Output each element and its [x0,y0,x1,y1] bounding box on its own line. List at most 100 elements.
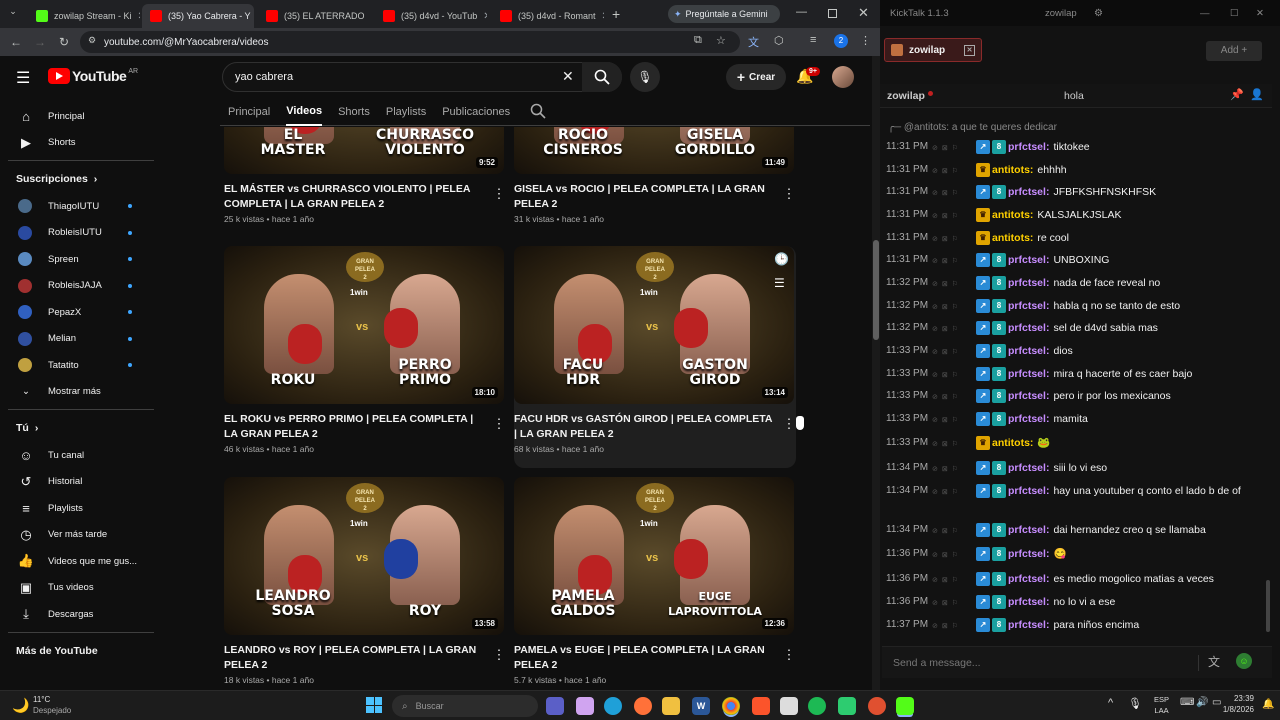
mod-action-icon[interactable]: ⊘ [932,391,938,405]
chat-username[interactable]: prfctsel: [1008,389,1049,403]
chat-message[interactable]: 11:36 PM ⊘ ⊠ ⚐ ↗ 8 prfctsel: 😋 [886,547,1270,563]
close-tab-icon[interactable]: ✕ [365,11,370,22]
mod-action-icon[interactable]: ⊘ [932,187,938,201]
mod-action-icon[interactable]: ⊘ [932,597,938,611]
mod-action-icon[interactable]: ⊘ [932,278,938,292]
new-tab-icon[interactable]: + [612,6,620,22]
mod-action-icon[interactable]: ⚐ [952,525,958,539]
mod-action-icon[interactable]: ⚐ [952,463,958,477]
mod-action-icon[interactable]: ⊠ [942,597,948,611]
mod-action-icon[interactable]: ⚐ [952,597,958,611]
chat-username[interactable]: prfctsel: [1008,618,1049,632]
more-options-icon[interactable]: ⋮ [782,416,796,432]
video-title[interactable]: FACU HDR vs GASTÓN GIROD | PELEA COMPLET… [514,412,776,442]
extensions-icon[interactable]: ⬡ [774,34,784,47]
chat-message[interactable]: 11:34 PM ⊘ ⊠ ⚐ ↗ 8 prfctsel: siii lo vi eso [886,461,1270,477]
more-options-icon[interactable]: ⋮ [782,647,796,663]
mod-action-icon[interactable]: ⊠ [942,463,948,477]
mod-action-icon[interactable]: ⊘ [932,142,938,156]
channel-tab-zowilap[interactable]: zowilap ✕ [884,38,982,62]
word-icon[interactable]: W [692,697,710,715]
site-info-icon[interactable]: ⚙ [88,35,96,46]
minimize-icon[interactable]: — [796,6,807,18]
mod-action-icon[interactable]: ⚐ [952,233,958,247]
reload-icon[interactable]: ↻ [52,35,76,49]
channel-tab[interactable]: Playlists [386,98,426,126]
obs-icon[interactable] [868,697,886,715]
close-window-icon[interactable]: ✕ [858,5,869,21]
chat-username[interactable]: antitots: [992,208,1033,222]
video-title[interactable]: PAMELA vs EUGE | PELEA COMPLETA | LA GRA… [514,643,776,673]
video-title[interactable]: EL ROKU vs PERRO PRIMO | PELEA COMPLETA … [224,412,486,442]
chat-username[interactable]: antitots: [992,436,1033,450]
close-tab-icon[interactable]: ✕ [132,11,140,22]
page-scrollbar[interactable] [872,56,880,690]
kt-close-icon[interactable]: ✕ [1256,8,1264,19]
tray-overflow-icon[interactable]: ^ [1108,697,1113,709]
firefox-icon[interactable] [634,697,652,715]
mod-action-icon[interactable]: ⚐ [952,574,958,588]
mod-action-icon[interactable]: ⚐ [952,323,958,337]
address-bar[interactable]: ⚙ youtube.com/@MrYaocabrera/videos ⧉ ☆ [80,31,740,53]
chat-message[interactable]: 11:31 PM ⊘ ⊠ ⚐ ↗ 8 prfctsel: tiktokee [886,140,1270,156]
browser-tab[interactable]: (35) d4vd - Romant✕ [492,4,604,28]
mod-action-icon[interactable]: ⊘ [932,574,938,588]
mod-action-icon[interactable]: ⊘ [932,525,938,539]
search-button[interactable] [582,62,622,92]
mod-action-icon[interactable]: ⚐ [952,438,958,452]
chat-username[interactable]: prfctsel: [1008,253,1049,267]
chat-message[interactable]: 11:34 PM ⊘ ⊠ ⚐ ↗ 8 prfctsel: dai hernandez creo… [886,523,1270,539]
mod-action-icon[interactable]: ⊘ [932,438,938,452]
chat-username[interactable]: prfctsel: [1008,412,1049,426]
mod-action-icon[interactable]: ⊠ [942,525,948,539]
chat-username[interactable]: antitots: [992,231,1033,245]
pin-icon[interactable]: 📌 [1230,88,1244,101]
app-icon[interactable] [780,697,798,715]
kt-maximize-icon[interactable]: ☐ [1230,8,1239,19]
close-tab-icon[interactable]: ✕ [477,11,487,22]
chat-username[interactable]: prfctsel: [1008,140,1049,154]
chat-username[interactable]: antitots: [992,163,1033,177]
chat-username[interactable]: prfctsel: [1008,185,1049,199]
start-icon[interactable] [366,697,382,713]
mod-action-icon[interactable]: ⚐ [952,278,958,292]
video-card[interactable]: GRAN PELEA 2 1win vs LEANDRO SOSA ROY 13:58 LE… [224,477,506,685]
chat-username[interactable]: prfctsel: [1008,595,1049,609]
video-card[interactable]: GRAN PELEA 2 1win vs ROKU PERRO PRIMO 18:10 EL… [224,246,506,454]
chat-username[interactable]: prfctsel: [1008,461,1049,475]
chrome-menu-icon[interactable]: ⋮ [860,34,871,47]
sidebar-item[interactable]: ⌂ Principal [0,103,160,130]
chat-message[interactable]: 11:36 PM ⊘ ⊠ ⚐ ↗ 8 prfctsel: no lo vi a ese [886,595,1270,611]
mod-action-icon[interactable]: ⊠ [942,210,948,224]
kicktalk-icon[interactable] [896,697,914,715]
mod-action-icon[interactable]: ⊘ [932,620,938,634]
user-list-icon[interactable]: 👤 [1250,88,1264,101]
watch-later-icon[interactable]: 🕒 [774,252,789,266]
mod-action-icon[interactable]: ⊠ [942,142,948,156]
mod-action-icon[interactable]: ⊘ [932,549,938,563]
kt-minimize-icon[interactable]: — [1200,8,1210,19]
chat-message[interactable]: 11:37 PM ⊘ ⊠ ⚐ ↗ 8 prfctsel: para niños encima [886,618,1270,634]
mod-action-icon[interactable]: ⊘ [932,323,938,337]
channel-tab[interactable]: Principal [228,98,270,126]
mod-action-icon[interactable]: ⚐ [952,549,958,563]
video-thumbnail[interactable]: GRAN PELEA 2 1win vs PAMELA GALDOS EUGE LAPR… [514,477,794,635]
add-to-queue-icon[interactable]: ☰ [774,276,785,290]
mod-action-icon[interactable]: ⊠ [942,574,948,588]
settings-gear-icon[interactable]: ⚙ [1094,8,1103,19]
more-options-icon[interactable]: ⋮ [492,186,506,202]
chat-message-input[interactable]: Send a message... 文 ☺ [882,646,1272,678]
teams-icon[interactable] [546,697,564,715]
profile-avatar[interactable]: 2 [834,34,848,48]
mod-action-icon[interactable]: ⊠ [942,620,948,634]
reading-list-icon[interactable]: ≡ [810,34,816,46]
chat-message[interactable]: 11:31 PM ⊘ ⊠ ⚐ ♛ antitots: KALSJALKJSLAK [886,208,1270,224]
mod-action-icon[interactable]: ⊠ [942,233,948,247]
mod-action-icon[interactable]: ⊠ [942,301,948,315]
browser-tab[interactable]: zowilap Stream - Ki✕ [28,4,140,28]
add-channel-button[interactable]: Add + [1206,41,1262,61]
spotify-icon[interactable] [808,697,826,715]
channel-tab[interactable]: Videos [286,98,323,126]
mod-action-icon[interactable]: ⊘ [932,369,938,383]
chat-message[interactable]: 11:32 PM ⊘ ⊠ ⚐ ↗ 8 prfctsel: nada de face revea… [886,276,1270,292]
